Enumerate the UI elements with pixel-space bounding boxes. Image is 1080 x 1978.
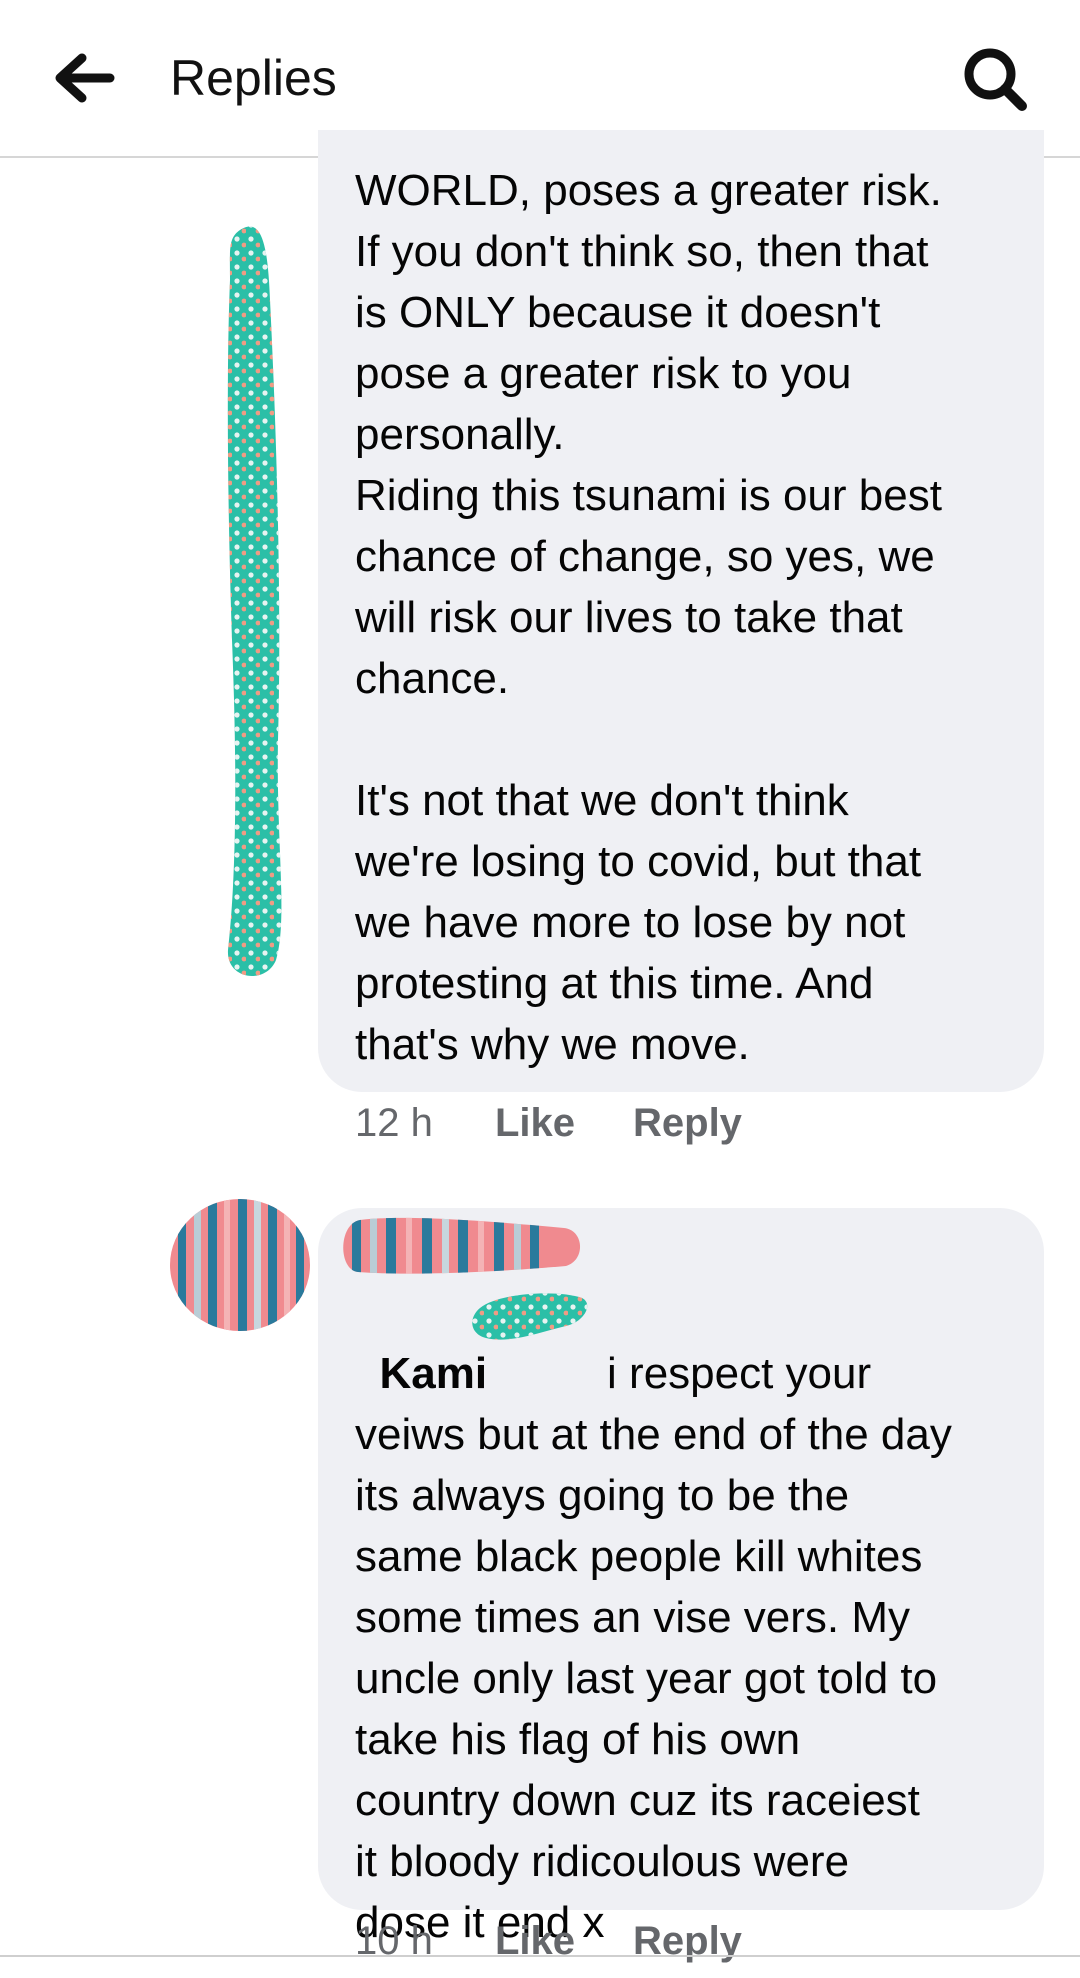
comment-actions: 10 h Like Reply bbox=[355, 1916, 855, 1966]
comment-timestamp: 12 h bbox=[355, 1101, 433, 1145]
like-button[interactable]: Like bbox=[495, 1916, 575, 1966]
comment-timestamp: 10 h bbox=[355, 1919, 433, 1963]
avatar[interactable] bbox=[168, 1195, 314, 1340]
page-title: Replies bbox=[170, 50, 337, 106]
redacted-name-scribble bbox=[470, 1288, 590, 1349]
search-button[interactable] bbox=[960, 44, 1030, 114]
comment-actions: 12 h Like Reply bbox=[355, 1098, 855, 1150]
arrow-left-icon bbox=[55, 53, 115, 103]
like-button[interactable]: Like bbox=[495, 1098, 575, 1148]
composer-divider bbox=[0, 1955, 1080, 1957]
reply-button[interactable]: Reply bbox=[633, 1916, 742, 1966]
reply-button[interactable]: Reply bbox=[633, 1098, 742, 1148]
redacted-name-scribble bbox=[338, 1216, 584, 1283]
comment-text: Kami i respect your veiws but at the end … bbox=[355, 1282, 1035, 1953]
comment-text: WORLD, poses a greater risk. If you don'… bbox=[355, 166, 942, 1069]
comment-body: i respect your veiws but at the end of t… bbox=[355, 1349, 952, 1947]
back-button[interactable] bbox=[52, 52, 116, 104]
redacted-name-scribble bbox=[218, 220, 292, 983]
search-icon bbox=[964, 48, 1027, 111]
mention-name[interactable]: Kami bbox=[379, 1349, 487, 1398]
